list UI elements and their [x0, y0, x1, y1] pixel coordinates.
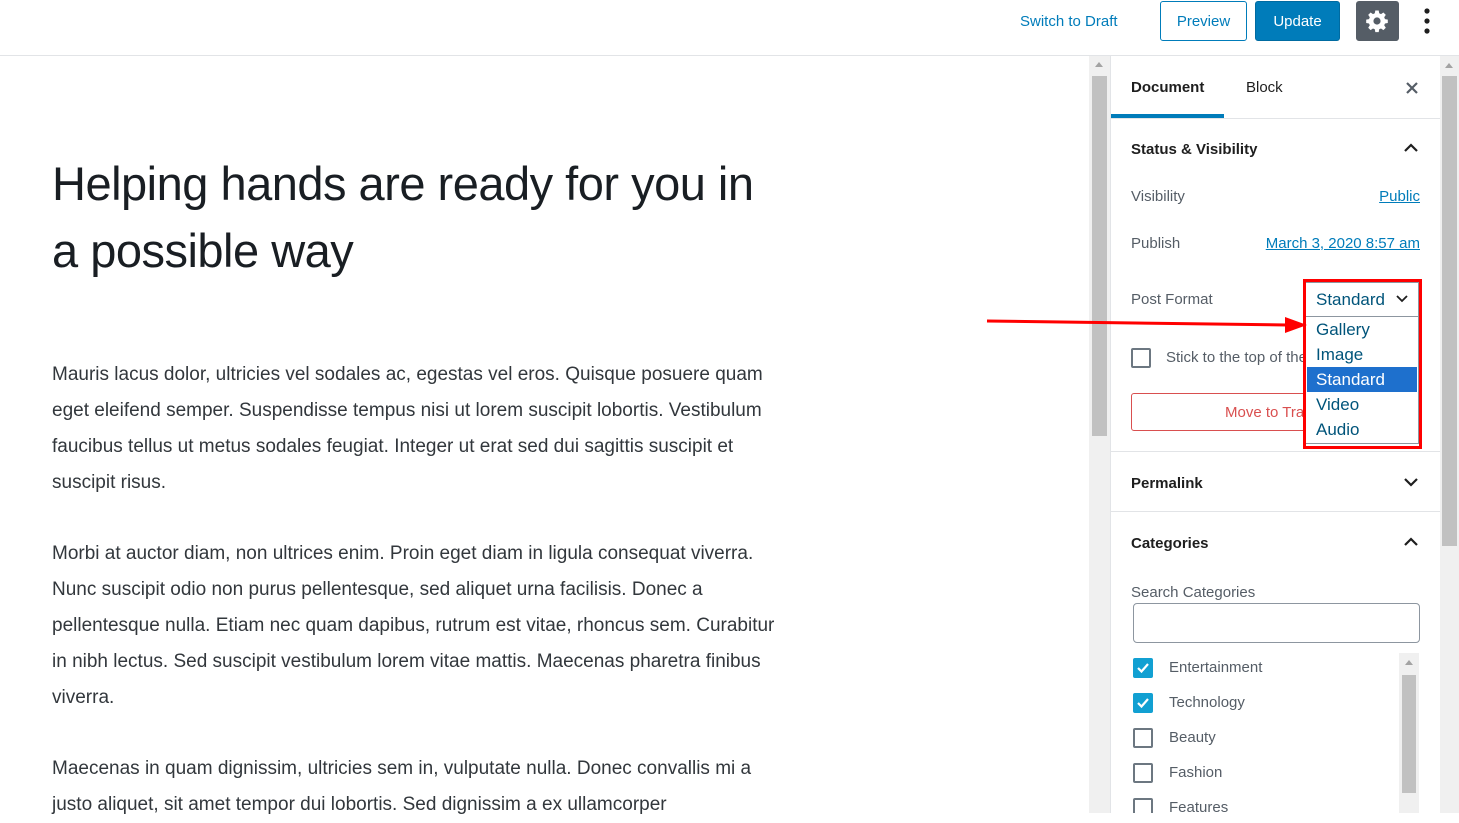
editor-scrollbar[interactable]: [1089, 56, 1110, 813]
panel-divider: [1111, 451, 1440, 452]
move-to-trash-button[interactable]: Move to Trash: [1131, 393, 1311, 431]
post-format-option-audio[interactable]: Audio: [1307, 417, 1417, 442]
post-format-option-gallery[interactable]: Gallery: [1307, 317, 1417, 342]
visibility-link[interactable]: Public: [1379, 188, 1420, 205]
panel-divider: [1111, 511, 1440, 512]
paragraph-block[interactable]: Mauris lacus dolor, ultricies vel sodale…: [52, 357, 782, 501]
post-format-select[interactable]: Standard: [1305, 282, 1419, 317]
category-checkbox[interactable]: [1133, 798, 1153, 813]
sidebar-tabs: Document Block: [1111, 56, 1440, 119]
categories-list: Entertainment Technology Beauty Fashion …: [1131, 653, 1421, 813]
update-button[interactable]: Update: [1255, 1, 1340, 41]
categories-panel-toggle[interactable]: Categories: [1131, 535, 1209, 552]
more-options-button[interactable]: [1412, 3, 1442, 39]
gear-icon: [1366, 10, 1388, 33]
category-checkbox[interactable]: [1133, 728, 1153, 748]
paragraph-block[interactable]: Maecenas in quam dignissim, ultricies se…: [52, 751, 782, 823]
search-categories-label: Search Categories: [1131, 584, 1256, 601]
tab-document[interactable]: Document: [1111, 56, 1225, 118]
checkmark-icon: [1137, 663, 1149, 674]
post-format-option-video[interactable]: Video: [1307, 392, 1417, 417]
publish-date-link[interactable]: March 3, 2020 8:57 am: [1266, 235, 1420, 252]
scrollbar-thumb[interactable]: [1092, 76, 1107, 436]
category-checkbox[interactable]: [1133, 763, 1153, 783]
publish-label: Publish: [1131, 235, 1181, 252]
stick-to-top-label: Stick to the top of the blog: [1166, 349, 1306, 366]
category-checkbox[interactable]: [1133, 658, 1153, 678]
scrollbar-thumb[interactable]: [1442, 76, 1457, 546]
post-format-label: Post Format: [1131, 291, 1213, 308]
post-format-selected-value: Standard: [1316, 290, 1385, 309]
tab-block[interactable]: Block: [1226, 56, 1303, 119]
settings-button[interactable]: [1356, 1, 1399, 41]
post-format-option-standard[interactable]: Standard: [1307, 367, 1417, 392]
search-categories-input[interactable]: [1133, 603, 1420, 643]
category-label: Fashion: [1169, 764, 1223, 781]
categories-scrollbar[interactable]: [1399, 653, 1419, 813]
visibility-label: Visibility: [1131, 188, 1185, 205]
sidebar-scrollbar[interactable]: [1440, 56, 1459, 813]
chevron-down-icon[interactable]: [1401, 472, 1421, 492]
preview-button[interactable]: Preview: [1160, 1, 1247, 41]
chevron-up-icon[interactable]: [1401, 138, 1421, 158]
scroll-up-arrow-icon[interactable]: [1405, 660, 1413, 665]
post-title[interactable]: Helping hands are ready for you in a pos…: [52, 150, 772, 284]
permalink-panel-toggle[interactable]: Permalink: [1131, 475, 1203, 492]
category-checkbox[interactable]: [1133, 693, 1153, 713]
category-label: Technology: [1169, 694, 1245, 711]
close-icon: [1406, 82, 1418, 94]
post-format-option-image[interactable]: Image: [1307, 342, 1417, 367]
vertical-ellipsis-icon: [1424, 8, 1430, 34]
scrollbar-thumb[interactable]: [1402, 675, 1416, 793]
post-format-options-list: Gallery Image Standard Video Audio: [1305, 316, 1419, 444]
chevron-up-icon[interactable]: [1401, 532, 1421, 552]
scroll-up-arrow-icon[interactable]: [1095, 62, 1103, 67]
scroll-up-arrow-icon[interactable]: [1445, 63, 1453, 68]
paragraph-block[interactable]: Morbi at auctor diam, non ultrices enim.…: [52, 536, 782, 716]
editor-header: Switch to Draft Preview Update: [0, 0, 1459, 56]
category-label: Entertainment: [1169, 659, 1263, 676]
category-label: Features: [1169, 799, 1229, 813]
chevron-down-icon: [1396, 295, 1408, 303]
status-visibility-panel-toggle[interactable]: Status & Visibility: [1131, 141, 1257, 158]
close-sidebar-button[interactable]: [1399, 74, 1425, 100]
stick-to-top-checkbox[interactable]: [1131, 348, 1151, 368]
checkmark-icon: [1137, 698, 1149, 709]
switch-to-draft-button[interactable]: Switch to Draft: [1008, 8, 1130, 36]
category-label: Beauty: [1169, 729, 1216, 746]
